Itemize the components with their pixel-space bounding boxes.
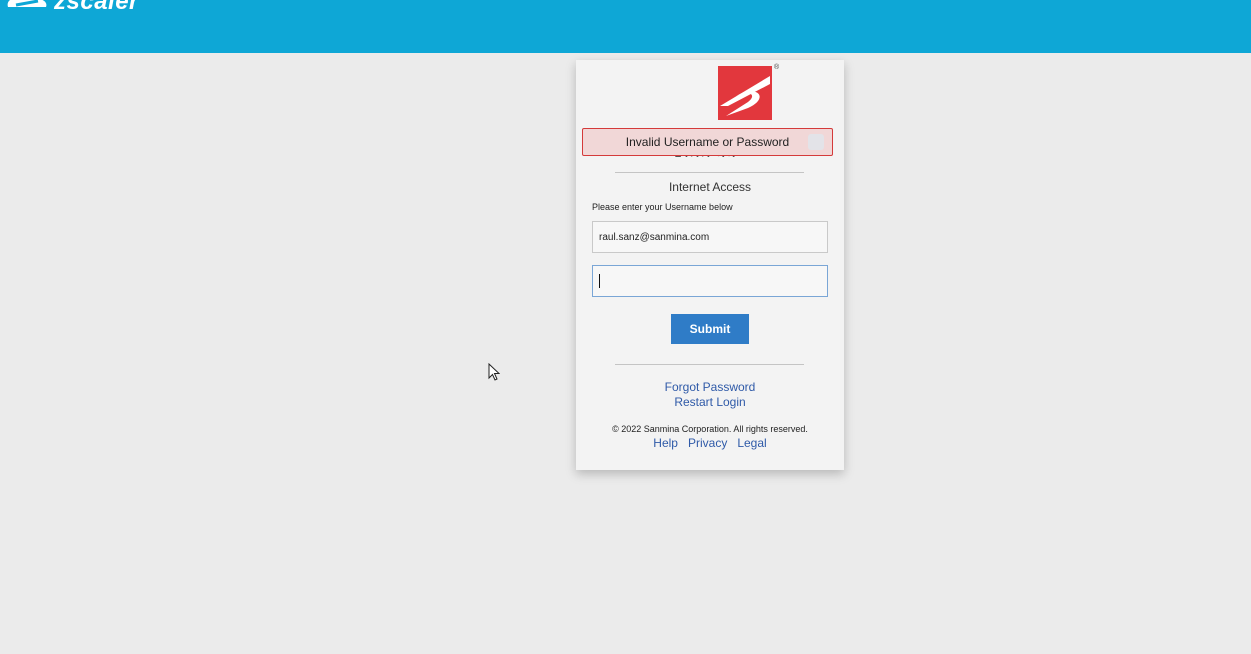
username-value: raul.sanz@sanmina.com <box>599 231 710 243</box>
zscaler-cloud-icon <box>7 0 47 7</box>
mouse-pointer-icon <box>488 363 500 381</box>
error-alert: Invalid Username or Password <box>582 128 833 156</box>
divider-top <box>615 172 804 173</box>
zscaler-logo: zscaler <box>4 0 139 16</box>
copyright-text: © 2022 Sanmina Corporation. All rights r… <box>612 424 808 434</box>
help-link[interactable]: Help <box>653 436 678 450</box>
username-field[interactable]: raul.sanz@sanmina.com <box>592 221 828 253</box>
legal-link[interactable]: Legal <box>737 436 766 450</box>
divider-bottom <box>615 364 804 365</box>
sanmina-logo-icon <box>718 66 772 120</box>
brand-name: zscaler <box>54 0 139 15</box>
password-field[interactable] <box>592 265 828 297</box>
section-title: Internet Access <box>668 180 752 194</box>
login-card: ® SECURE ACCESS Invalid Username or Pass… <box>576 60 844 470</box>
privacy-link[interactable]: Privacy <box>688 436 727 450</box>
forgot-password-link[interactable]: Forgot Password <box>576 380 844 394</box>
error-message: Invalid Username or Password <box>625 135 790 149</box>
text-caret <box>599 274 600 288</box>
top-header-bar: zscaler <box>0 0 1251 53</box>
submit-button[interactable]: Submit <box>671 314 749 344</box>
registered-mark: ® <box>774 64 780 71</box>
username-prompt: Please enter your Username below <box>592 202 733 212</box>
footer-links: Help Privacy Legal <box>576 436 844 450</box>
restart-login-link[interactable]: Restart Login <box>576 395 844 409</box>
close-alert-button[interactable] <box>808 134 824 150</box>
